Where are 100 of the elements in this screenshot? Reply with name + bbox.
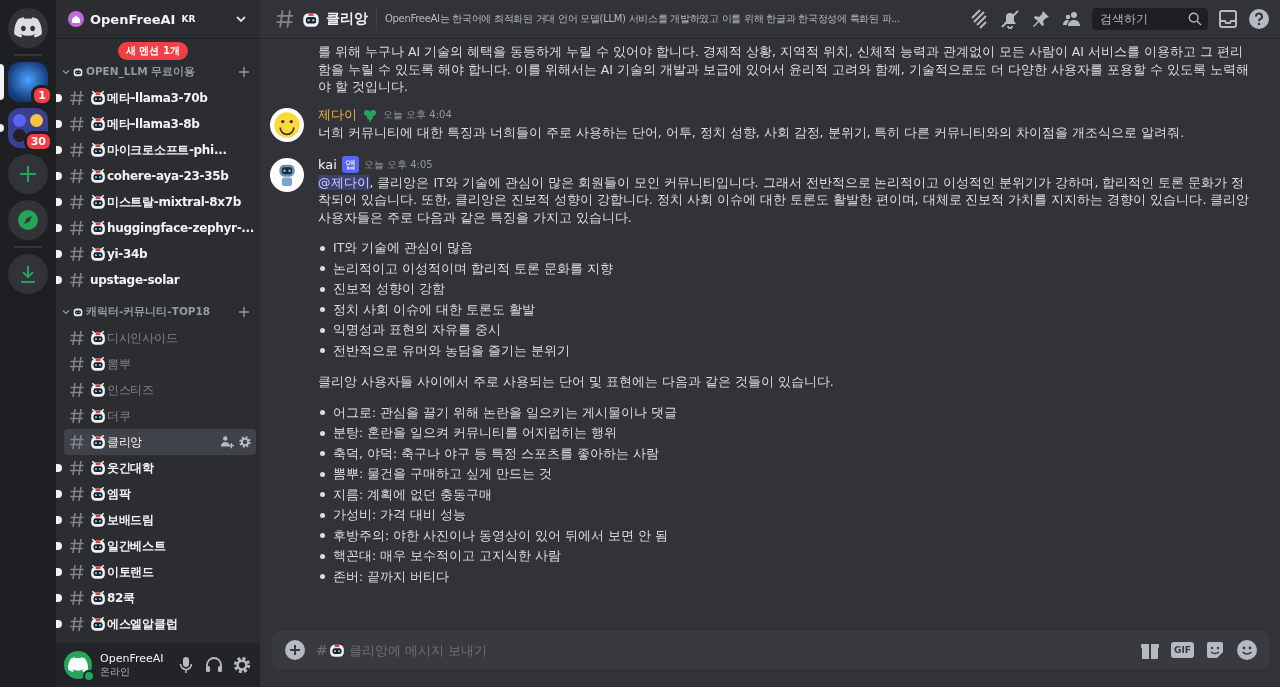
hash-icon [68,615,86,633]
bullet-icon [320,533,325,539]
bullet-icon [320,553,325,559]
new-mentions-pill[interactable]: 새 멘션 1개 [118,42,188,60]
user-status: 온라인 [100,664,131,679]
channel-item[interactable]: 일간베스트 [64,533,256,559]
settings-icon[interactable] [238,435,252,449]
channel-item[interactable]: 마이크로소프트-phi... [64,137,256,163]
channel-item[interactable]: 메타-llama3-8b [64,111,256,137]
settings-icon[interactable] [232,655,252,675]
channel-name: cohere-aya-23-35b [107,169,229,183]
list-item-text: 축덕, 야덕: 축구나 야구 등 특정 스포츠를 좋아하는 사람 [333,444,659,463]
add-server-button[interactable] [8,154,48,194]
hash-icon [68,589,86,607]
channel-item[interactable]: 인스티즈 [64,377,256,403]
chevron-down-icon [62,308,70,316]
hash-icon [68,219,86,237]
gif-button[interactable]: GIF [1171,642,1194,658]
discover-button[interactable] [8,200,48,240]
message-text: @제다이, 클리앙은 IT와 기술에 관심이 많은 회원들이 모인 커뮤니티입니다. 그래서 전반적으로 논리적이고 이성적인 분위기가 강하며, 합리적인 토론 문화가 정착되어 있습니다. 또한, 클리앙은 진보적 성향이 강합니다. 정치 사회 이슈에 대한 토론도 활발한 편이며, 대체로 진보적 가치를 지지하는 경향이 있습니다. 클리앙 사용자들은 주로 다음과 같은 특징을 가지고 있습니다. [318,173,1250,226]
unread-badge: 30 [23,131,53,152]
channel-item[interactable]: 미스트랄-mixtral-8x7b [64,189,256,215]
sticker-icon[interactable] [1204,639,1226,661]
list-item-text: 분탕: 혼란을 일으켜 커뮤니티를 어지럽히는 행위 [333,424,618,442]
list-item-text: 어그로: 관심을 끌기 위해 논란을 일으키는 게시물이나 댓글 [333,403,678,422]
list-item-text: 뽐뿌: 물건을 구매하고 싶게 만드는 것 [333,465,553,483]
timestamp: 오늘 오후 4:04 [383,107,452,122]
attach-plus-button[interactable] [284,639,306,661]
add-channel-icon[interactable] [238,306,250,318]
channel-item[interactable]: yi-34b [64,241,256,267]
channel-item[interactable]: 웃긴대학 [64,455,256,481]
channel-name: 엠팍 [107,485,131,503]
hash-icon [68,563,86,581]
channel-item[interactable]: 디시인사이드 [64,325,256,351]
compass-icon [17,209,39,231]
smiley-avatar[interactable] [270,107,304,142]
bullet-icon [320,512,325,518]
headphones-icon[interactable] [204,655,224,675]
list-item-text: 익명성과 표현의 자유를 중시 [333,321,501,339]
message-input[interactable]: 클리앙에 메시지 보내기 [346,641,1130,659]
channel-item[interactable]: 메타-llama3-70b [64,85,256,111]
app-tag: 앱 [341,156,359,173]
hash-icon [68,537,86,555]
channel-name: 이토랜드 [107,563,154,581]
channel-item[interactable]: 에스엘알클럽 [64,611,256,637]
muted-bell-icon[interactable] [999,8,1021,30]
channel-name: 미스트랄-mixtral-8x7b [107,193,242,211]
inbox-icon[interactable] [1217,8,1239,30]
bullet-icon [320,410,325,416]
channel-name: 클리앙 [107,433,143,451]
bullet-icon [320,307,325,313]
server-name: OpenFreeAI [90,11,176,27]
home-button[interactable] [8,8,48,48]
channel-item[interactable]: upstage-solar [64,267,256,293]
channel-name: 에스엘알클럽 [107,615,178,633]
category-name[interactable]: OPEN_LLM 무료이용 [86,65,196,79]
hash-icon [68,245,86,263]
channel-item[interactable]: 더쿠 [64,403,256,429]
unread-badge: 1 [31,85,53,106]
add-channel-icon[interactable] [238,66,250,78]
robot-icon [73,307,83,317]
hash-icon [68,355,86,373]
add-member-icon[interactable] [220,435,234,449]
robot-avatar[interactable] [270,157,304,192]
channel-item[interactable]: 뽐뿌 [64,351,256,377]
controller-icon [14,17,42,39]
message-field[interactable]: # 클리앙에 메시지 보내기 GIF [272,631,1270,669]
channel-item[interactable]: 이토랜드 [64,559,256,585]
help-icon[interactable] [1248,8,1270,30]
hash-icon [274,8,296,30]
search-field[interactable]: 검색하기 [1092,8,1208,30]
download-button[interactable] [8,254,48,294]
channel-topic[interactable]: OpenFreeAI는 한국어에 최적화된 거대 언어 모델(LLM) 서비스를 개발하였고 이를 위해 한글과 한국정성에 특화된 파... [385,11,900,27]
server-header[interactable]: OpenFreeAI KR [56,0,260,39]
channel-item[interactable]: 엠팍 [64,481,256,507]
hash-icon [68,115,86,133]
bullet-icon [320,574,325,580]
author-name[interactable]: kai [318,157,337,172]
bullet-icon [320,327,325,333]
channel-item[interactable]: 보배드림 [64,507,256,533]
channel-name: 82쿡 [107,589,135,607]
search-input[interactable]: 검색하기 [1098,11,1188,27]
list-item-text: 논리적이고 이성적이며 합리적 토론 문화를 지향 [333,259,613,278]
channel-item[interactable]: 클리앙 [64,429,256,455]
download-icon [18,264,38,284]
house-icon [68,11,84,27]
chevron-down-icon [62,68,70,76]
channel-item[interactable]: 82쿡 [64,585,256,611]
list-item-text: 존버: 끝까지 버티다 [333,567,450,586]
mention-link[interactable]: @제다이 [318,174,370,190]
list-item-text: 가성비: 가격 대비 성능 [333,506,467,524]
emoji-icon[interactable] [1236,639,1258,661]
user-avatar[interactable] [64,651,92,679]
hash-icon [68,141,86,159]
channel-item[interactable]: huggingface-zephyr-... [64,215,256,241]
author-name[interactable]: 제다이 [318,105,357,124]
channel-item[interactable]: cohere-aya-23-35b [64,163,256,189]
hash-icon [68,329,86,347]
category-name[interactable]: 캐릭터-커뮤니티-TOP18 [86,305,211,319]
bullet-icon [320,471,325,477]
